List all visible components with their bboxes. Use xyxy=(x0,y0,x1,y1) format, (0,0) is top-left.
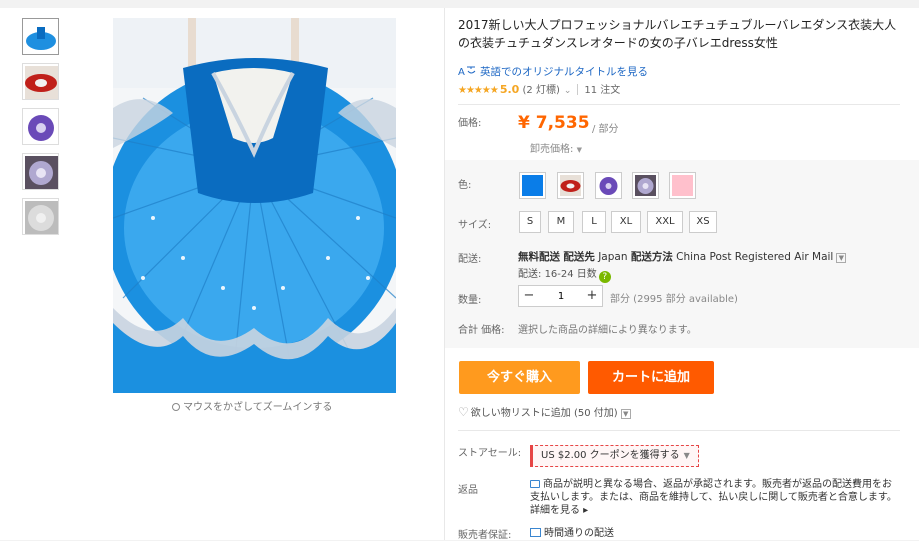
chevron-down-icon[interactable]: ▼ xyxy=(836,253,847,263)
thumbnail-red[interactable] xyxy=(22,63,59,100)
shipping-info: 無料配送 配送先 Japan 配送方法 China Post Registere… xyxy=(518,249,847,264)
size-option-s[interactable]: S xyxy=(519,211,541,233)
color-swatch-purple[interactable] xyxy=(595,172,622,199)
size-option-xl[interactable]: XL xyxy=(611,211,641,233)
thumbnail-image xyxy=(25,201,58,234)
size-option-xs[interactable]: XS xyxy=(689,211,717,233)
returns-policy: 商品が説明と異なる場合、返品が承認されます。販売者が返品の配送費用をお支払いしま… xyxy=(530,479,897,516)
increment-button[interactable]: + xyxy=(582,286,602,306)
divider xyxy=(458,430,900,431)
main-product-image[interactable] xyxy=(113,18,396,393)
return-icon xyxy=(530,480,540,488)
truck-icon xyxy=(530,528,541,537)
thumbnail-image xyxy=(25,66,58,99)
wholesale-price[interactable]: 卸売価格: ▼ xyxy=(530,140,582,155)
chevron-down-icon[interactable]: ▼ xyxy=(620,409,631,419)
quantity-stepper: − + xyxy=(518,285,603,307)
svg-text:A: A xyxy=(458,67,465,77)
magnifier-icon xyxy=(172,403,180,411)
thumbnail-image xyxy=(25,111,58,144)
divider xyxy=(458,104,900,105)
product-title: 2017新しい大人プロフェッショナルバレエチュチュブルーバレエダンス衣装大人の衣… xyxy=(458,18,897,50)
chevron-down-icon: ▼ xyxy=(683,451,690,460)
rating-votes[interactable]: (2 灯標) xyxy=(523,85,560,96)
size-option-xxl[interactable]: XXL xyxy=(647,211,683,233)
shipping-label: 配送: xyxy=(458,254,482,265)
color-swatch-blue[interactable] xyxy=(519,172,546,199)
delivery-time: 配送: 16-24 日数? xyxy=(518,265,611,283)
on-time-delivery: 時間通りの配送 xyxy=(530,524,614,539)
color-swatch-lilac[interactable] xyxy=(632,172,659,199)
divider xyxy=(577,84,579,95)
size-option-m[interactable]: M xyxy=(548,211,574,233)
size-option-l[interactable]: L xyxy=(582,211,606,233)
shipping-method[interactable]: China Post Registered Air Mail xyxy=(676,251,833,263)
heart-icon: ♡ xyxy=(458,405,469,419)
chevron-down-icon[interactable]: ⌄ xyxy=(564,86,572,96)
decrement-button[interactable]: − xyxy=(519,286,539,306)
thumbnail-purple[interactable] xyxy=(22,108,59,145)
price-unit: / 部分 xyxy=(592,124,619,135)
swatch-fill xyxy=(598,175,619,196)
price-label: 価格: xyxy=(458,118,482,129)
thumbnail-image xyxy=(25,156,58,189)
swatch-fill xyxy=(672,175,693,196)
tutu-illustration xyxy=(113,18,396,393)
thumbnail-blue[interactable] xyxy=(22,18,59,55)
orders-count: 11 注文 xyxy=(584,85,621,96)
rating-stars: ★★★★★ xyxy=(458,85,499,96)
wishlist-link[interactable]: ♡ 欲しい物リストに追加 (50 付加) ▼ xyxy=(458,404,631,419)
thumbnail-white[interactable] xyxy=(22,198,59,235)
buy-now-button[interactable]: 今すぐ購入 xyxy=(459,361,580,394)
color-swatch-pink[interactable] xyxy=(669,172,696,199)
coupon-button[interactable]: US $2.00 クーポンを獲得する ▼ xyxy=(530,445,699,467)
zoom-hint: マウスをかざしてズームインする xyxy=(172,398,332,413)
returns-label: 返品 xyxy=(458,485,478,496)
swatch-fill xyxy=(522,175,543,196)
chevron-down-icon: ▼ xyxy=(576,146,582,154)
availability: 部分 (2995 部分 available) xyxy=(610,294,738,305)
thumbnail-image xyxy=(25,21,58,54)
guarantee-label: 販売者保証: xyxy=(458,530,512,541)
add-to-cart-button[interactable]: カートに追加 xyxy=(588,361,714,394)
quantity-input[interactable] xyxy=(541,287,581,305)
help-icon[interactable]: ? xyxy=(598,271,611,283)
translate-link[interactable]: A 英語でのオリジナルタイトルを見る xyxy=(458,64,648,79)
store-sale-label: ストアセール: xyxy=(458,448,522,459)
color-swatch-red[interactable] xyxy=(557,172,584,199)
thumbnail-lilac[interactable] xyxy=(22,153,59,190)
size-label: サイズ: xyxy=(458,220,492,231)
rating-score: 5.0 xyxy=(499,83,520,96)
thumbnail-strip xyxy=(22,18,62,243)
rating-row: ★★★★★ 5.0 (2 灯標) ⌄ 11 注文 xyxy=(458,82,620,98)
shipping-destination[interactable]: Japan xyxy=(598,251,627,263)
swatch-fill xyxy=(635,175,656,196)
color-label: 色: xyxy=(458,180,472,191)
total-price-label: 合計 価格: xyxy=(458,325,505,336)
translate-icon: A xyxy=(458,66,476,77)
quantity-label: 数量: xyxy=(458,295,482,306)
total-price-note: 選択した商品の詳細により異なります。 xyxy=(518,325,697,336)
returns-details-link[interactable]: 詳細を見る ▸ xyxy=(530,505,588,516)
price-value: ¥ 7,535 xyxy=(518,113,590,133)
swatch-fill xyxy=(560,175,581,196)
